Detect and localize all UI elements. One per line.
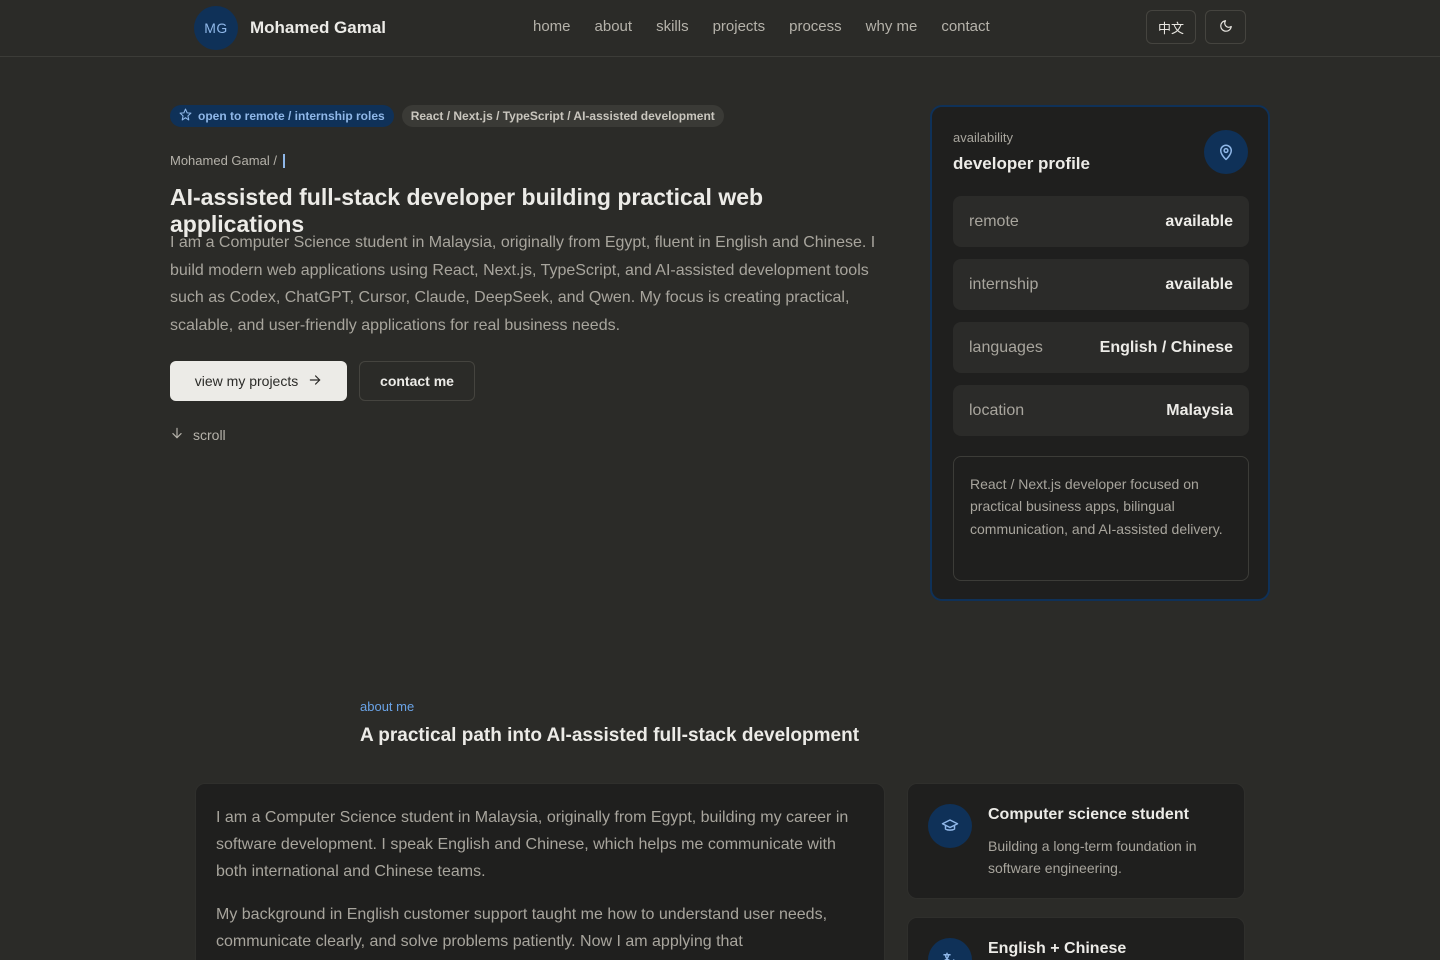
feature-card-cs-student: Computer science student Building a long… — [907, 783, 1245, 899]
profile-row-location: location Malaysia — [953, 385, 1249, 436]
theme-toggle-button[interactable] — [1205, 10, 1246, 44]
about-kicker: about me — [360, 699, 415, 714]
feature-title: Computer science student — [988, 806, 1189, 823]
hero-badges: open to remote / internship roles React … — [170, 105, 724, 127]
moon-icon — [1219, 19, 1233, 36]
nav-home[interactable]: home — [533, 18, 571, 35]
map-pin-icon — [1204, 130, 1248, 174]
row-value: Malaysia — [1166, 401, 1233, 419]
arrow-down-icon — [170, 426, 184, 443]
about-paragraph: My background in English customer suppor… — [216, 906, 828, 950]
arrow-right-icon — [308, 373, 322, 390]
row-value: available — [1165, 212, 1233, 230]
feature-title: English + Chinese — [988, 940, 1127, 957]
profile-title: developer profile — [953, 154, 1090, 173]
hero-description: I am a Computer Science student in Malay… — [170, 234, 876, 334]
profile-row-internship: internship available — [953, 259, 1249, 310]
row-label: location — [969, 401, 1025, 419]
feature-description: Building a long-term foundation in softw… — [988, 838, 1197, 876]
breadcrumb-text: Mohamed Gamal / — [170, 153, 277, 168]
nav-contact[interactable]: contact — [941, 18, 989, 35]
translate-icon — [928, 938, 972, 960]
main-nav: home about skills projects process why m… — [533, 18, 990, 35]
typing-cursor — [282, 153, 285, 168]
about-text-card: I am a Computer Science student in Malay… — [195, 783, 885, 960]
availability-badge: open to remote / internship roles — [170, 105, 394, 127]
site-header: MG Mohamed Gamal home about skills proje… — [0, 0, 1440, 57]
developer-profile-card: availability developer profile remote av… — [930, 105, 1270, 601]
nav-why-me[interactable]: why me — [866, 18, 918, 35]
view-projects-button[interactable]: view my projects — [170, 361, 347, 401]
about-paragraph: I am a Computer Science student in Malay… — [216, 809, 849, 880]
tech-stack-badge: React / Next.js / TypeScript / AI-assist… — [401, 105, 724, 127]
availability-badge-label: open to remote / internship roles — [198, 109, 385, 123]
breadcrumb: Mohamed Gamal / — [170, 153, 285, 168]
row-label: languages — [969, 338, 1043, 356]
profile-row-languages: languages English / Chinese — [953, 322, 1249, 373]
avatar: MG — [194, 6, 238, 50]
row-label: remote — [969, 212, 1019, 230]
nav-process[interactable]: process — [789, 18, 842, 35]
row-value: available — [1165, 275, 1233, 293]
star-icon — [179, 108, 192, 124]
contact-me-button[interactable]: contact me — [359, 361, 475, 401]
scroll-label: scroll — [193, 426, 226, 443]
row-value: English / Chinese — [1099, 338, 1233, 356]
brand-name: Mohamed Gamal — [250, 18, 387, 37]
graduation-cap-icon — [928, 804, 972, 848]
brand[interactable]: MG Mohamed Gamal — [194, 6, 386, 50]
view-projects-label: view my projects — [194, 373, 299, 389]
scroll-indicator[interactable]: scroll — [170, 426, 226, 443]
about-title: A practical path into AI-assisted full-s… — [360, 725, 860, 746]
nav-skills[interactable]: skills — [656, 18, 689, 35]
feature-card-languages: English + Chinese — [907, 917, 1245, 960]
row-label: internship — [969, 275, 1039, 293]
profile-kicker: availability — [953, 130, 1013, 145]
profile-note: React / Next.js developer focused on pra… — [953, 456, 1249, 581]
nav-about[interactable]: about — [595, 18, 633, 35]
language-toggle-button[interactable]: 中文 — [1146, 10, 1196, 44]
nav-projects[interactable]: projects — [713, 18, 766, 35]
profile-row-remote: remote available — [953, 196, 1249, 247]
